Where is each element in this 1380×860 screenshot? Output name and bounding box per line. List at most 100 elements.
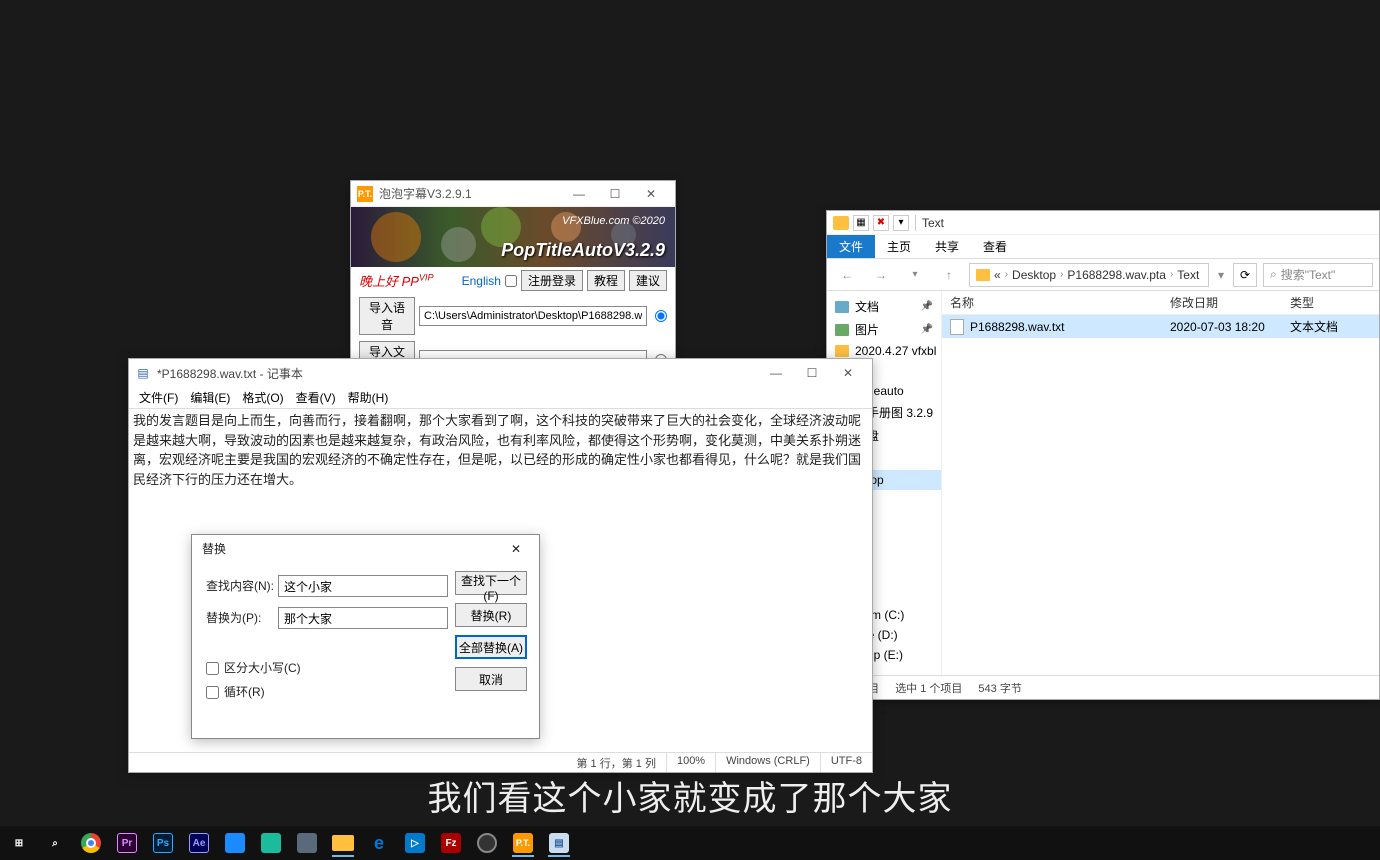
taskbar-edge[interactable]: e (364, 829, 394, 857)
explorer-file-list: 名称修改日期类型 P1688298.wav.txt2020-07-03 18:2… (942, 291, 1379, 675)
pta-titlebar[interactable]: P.T. 泡泡字幕V3.2.9.1 — ☐ ✕ (351, 181, 675, 207)
taskbar-aftereffects[interactable]: Ae (184, 829, 214, 857)
wrap-checkbox[interactable] (206, 686, 219, 699)
nav-history-button[interactable]: ▾ (901, 263, 929, 287)
qat-delete-icon[interactable]: ✖ (873, 215, 889, 231)
taskbar-premiere[interactable]: Pr (112, 829, 142, 857)
notepad-titlebar[interactable]: ▤ *P1688298.wav.txt - 记事本 — ☐ ✕ (129, 359, 872, 387)
taskbar-notepad[interactable]: ▤ (544, 829, 574, 857)
chevron-right-icon: › (1060, 269, 1063, 280)
search-box[interactable]: ⌕ 搜索"Text" (1263, 263, 1373, 287)
replace-titlebar[interactable]: 替换 ✕ (192, 535, 539, 563)
maximize-button[interactable]: ☐ (597, 182, 633, 206)
ribbon-tab[interactable]: 查看 (971, 235, 1019, 258)
cancel-button[interactable]: 取消 (455, 667, 527, 691)
column-header[interactable]: 修改日期 (1170, 294, 1290, 311)
taskbar-turquoiseapp[interactable] (256, 829, 286, 857)
pta-greeting: 晚上好 PPVIP (359, 271, 433, 290)
path-dropdown-icon[interactable]: ▾ (1215, 268, 1227, 282)
taskbar-hardware[interactable] (292, 829, 322, 857)
menu-item[interactable]: 文件(F) (135, 387, 182, 408)
close-button[interactable]: ✕ (830, 361, 866, 385)
taskbar-blueapp[interactable] (220, 829, 250, 857)
menu-item[interactable]: 格式(O) (238, 387, 287, 408)
status-encoding: UTF-8 (820, 753, 872, 772)
minimize-button[interactable]: — (758, 361, 794, 385)
taskbar-obs[interactable] (472, 829, 502, 857)
taskbar: ⊞ ⌕ PrPsAe e ▷Fz P.T.▤ (0, 826, 1380, 860)
pta-banner: VFXBlue.com ©2020 PopTitleAutoV3.2.9 (351, 207, 675, 267)
img-icon (835, 324, 849, 336)
edge-icon: e (369, 833, 389, 853)
column-header[interactable]: 名称 (950, 294, 1170, 311)
file-row[interactable]: P1688298.wav.txt2020-07-03 18:20文本文档 (942, 315, 1379, 338)
folder-icon (833, 216, 849, 230)
pta-app-icon: P.T. (357, 186, 373, 202)
path-segment[interactable]: P1688298.wav.pta (1067, 268, 1166, 282)
menu-item[interactable]: 查看(V) (292, 387, 340, 408)
close-button[interactable]: ✕ (633, 182, 669, 206)
column-headers[interactable]: 名称修改日期类型 (942, 291, 1379, 315)
replace-all-button[interactable]: 全部替换(A) (455, 635, 527, 659)
notepad-textarea[interactable]: 我的发言题目是向上而生，向善而行，接着翻啊，那个大家看到了啊，这个科技的突破带来… (129, 409, 872, 752)
tutorial-button[interactable]: 教程 (587, 270, 625, 291)
pta-brand: VFXBlue.com ©2020 (562, 215, 665, 227)
replace-input[interactable] (278, 607, 448, 629)
replace-dialog: 替换 ✕ 查找内容(N): 替换为(P): 区分大小写(C) (191, 534, 540, 739)
replace-title: 替换 (202, 540, 503, 558)
ribbon-tab[interactable]: 共享 (923, 235, 971, 258)
pin-icon: 📌 (921, 324, 933, 335)
ribbon-tab[interactable]: 文件 (827, 235, 875, 258)
explorer-icon (332, 835, 354, 851)
taskbar-chrome[interactable] (76, 829, 106, 857)
notepad-app-icon: ▤ (135, 365, 151, 381)
notepad-menu: 文件(F)编辑(E)格式(O)查看(V)帮助(H) (129, 387, 872, 409)
refresh-button[interactable]: ⟳ (1233, 263, 1257, 287)
menu-item[interactable]: 编辑(E) (186, 387, 234, 408)
notepad-statusbar: 第 1 行，第 1 列 100% Windows (CRLF) UTF-8 (129, 752, 872, 772)
nav-back-button[interactable]: ← (833, 263, 861, 287)
case-checkbox[interactable] (206, 662, 219, 675)
path-segment[interactable]: Desktop (1012, 268, 1056, 282)
close-button[interactable]: ✕ (503, 538, 529, 560)
nav-up-button[interactable]: ↑ (935, 263, 963, 287)
import-audio-button[interactable]: 导入语音 (359, 297, 415, 335)
menu-item[interactable]: 帮助(H) (344, 387, 393, 408)
find-next-button[interactable]: 查找下一个(F) (455, 571, 527, 595)
nav-forward-button[interactable]: → (867, 263, 895, 287)
ribbon-tab[interactable]: 主页 (875, 235, 923, 258)
taskbar-poptitle[interactable]: P.T. (508, 829, 538, 857)
folder-icon (835, 345, 849, 357)
sidebar-item[interactable]: 文档📌 (827, 295, 941, 318)
english-checkbox[interactable] (505, 275, 517, 287)
maximize-button[interactable]: ☐ (794, 361, 830, 385)
taskbar-explorer[interactable] (328, 829, 358, 857)
explorer-ribbon: 文件主页共享查看 (827, 235, 1379, 259)
taskbar-filezilla[interactable]: Fz (436, 829, 466, 857)
taskbar-vscode[interactable]: ▷ (400, 829, 430, 857)
status-position: 第 1 行，第 1 列 (566, 753, 665, 772)
path-segment[interactable]: Text (1177, 268, 1199, 282)
status-eol: Windows (CRLF) (715, 753, 820, 772)
find-input[interactable] (278, 575, 448, 597)
address-path[interactable]: « ›Desktop›P1688298.wav.pta›Text (969, 263, 1209, 287)
minimize-button[interactable]: — (561, 182, 597, 206)
status-zoom: 100% (666, 753, 715, 772)
start-icon: ⊞ (9, 833, 29, 853)
register-button[interactable]: 注册登录 (521, 270, 583, 291)
suggest-button[interactable]: 建议 (629, 270, 667, 291)
column-header[interactable]: 类型 (1290, 294, 1370, 311)
qat-dropdown-icon[interactable]: ▾ (893, 215, 909, 231)
taskbar-start[interactable]: ⊞ (4, 829, 34, 857)
taskbar-photoshop[interactable]: Ps (148, 829, 178, 857)
audio-mode-radio-1[interactable] (655, 310, 667, 322)
sidebar-item[interactable]: 图片📌 (827, 318, 941, 341)
english-link[interactable]: English (462, 274, 501, 288)
case-label: 区分大小写(C) (224, 659, 301, 677)
notepad-title: *P1688298.wav.txt - 记事本 (157, 365, 758, 382)
folder-icon (976, 269, 990, 281)
replace-button[interactable]: 替换(R) (455, 603, 527, 627)
audio-path-input[interactable] (419, 306, 647, 326)
qat-properties-icon[interactable]: ▦ (853, 215, 869, 231)
taskbar-search[interactable]: ⌕ (40, 829, 70, 857)
